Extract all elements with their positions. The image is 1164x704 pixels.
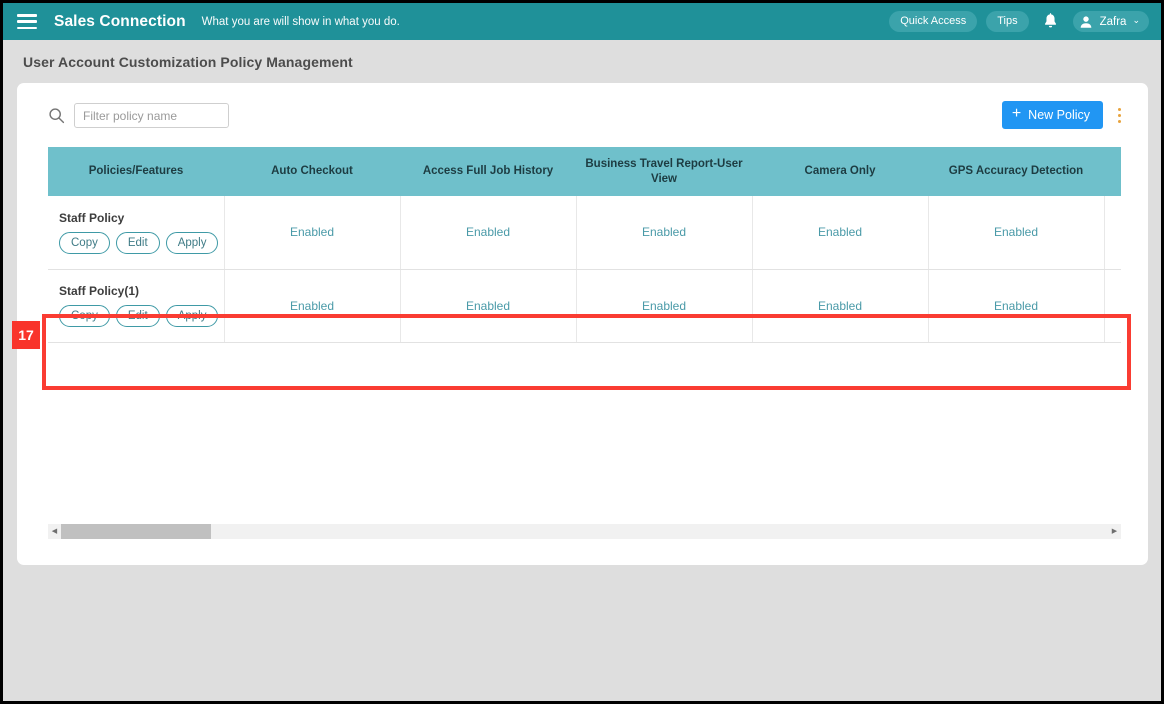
policies-table: Policies/Features Auto Checkout Access F… — [48, 147, 1121, 343]
more-vertical-icon[interactable] — [1111, 103, 1127, 127]
column-header-auto-checkout[interactable]: Auto Checkout — [224, 147, 400, 196]
policy-name-label: Staff Policy(1) — [59, 283, 140, 298]
chevron-down-icon: ⌄ — [1132, 15, 1140, 25]
plus-icon: + — [1011, 105, 1022, 122]
cell-gps-accuracy-detection: Enabled — [928, 196, 1105, 270]
page-title: User Account Customization Policy Manage… — [23, 54, 353, 70]
user-avatar-icon — [1079, 14, 1094, 29]
copy-button[interactable]: Copy — [59, 304, 110, 328]
brand-tagline: What you are will show in what you do. — [201, 15, 400, 28]
table-row: Staff Policy(1) Copy Edit Apply Enabled … — [48, 269, 1121, 343]
search-icon — [48, 107, 65, 124]
apply-button[interactable]: Apply — [165, 304, 219, 328]
scrollbar-thumb[interactable] — [61, 524, 211, 539]
app-header-bar: Sales Connection What you are will show … — [3, 3, 1161, 40]
cell-gps-accuracy-detection: Enabled — [928, 269, 1105, 343]
cell-business-travel-report-user-view: Enabled — [576, 269, 753, 343]
user-name-label: Zafra — [1099, 15, 1127, 28]
notifications-bell-icon[interactable] — [1040, 11, 1062, 33]
column-header-gps-accuracy-detection[interactable]: GPS Accuracy Detection — [928, 147, 1104, 196]
edit-button[interactable]: Edit — [115, 304, 160, 328]
policy-name-label: Staff Policy — [59, 210, 125, 225]
policy-name-cell: Staff Policy Copy Edit Apply — [48, 196, 225, 270]
brand-title: Sales Connection — [54, 12, 186, 30]
policies-table-viewport: Policies/Features Auto Checkout Access F… — [48, 147, 1121, 538]
table-row: Staff Policy Copy Edit Apply Enabled Ena… — [48, 196, 1121, 270]
edit-button[interactable]: Edit — [115, 231, 160, 254]
column-header-camera-only[interactable]: Camera Only — [752, 147, 928, 196]
page-body: User Account Customization Policy Manage… — [3, 40, 1161, 701]
column-header-blank — [1104, 147, 1121, 196]
row-actions: Copy Edit Apply — [59, 231, 224, 254]
row-actions: Copy Edit Apply — [59, 304, 224, 328]
cell-blank — [1104, 196, 1121, 270]
column-header-policies-features[interactable]: Policies/Features — [48, 147, 224, 196]
cell-access-full-job-history: Enabled — [400, 269, 577, 343]
scroll-left-arrow-icon[interactable]: ◀ — [48, 528, 61, 535]
column-header-access-full-job-history[interactable]: Access Full Job History — [400, 147, 576, 196]
horizontal-scrollbar[interactable]: ◀ ▶ — [48, 524, 1121, 539]
hamburger-menu-icon[interactable] — [17, 14, 37, 29]
table-body: Staff Policy Copy Edit Apply Enabled Ena… — [48, 196, 1121, 343]
content-card: + New Policy Policies/Features — [17, 83, 1148, 565]
user-menu[interactable]: Zafra ⌄ — [1072, 11, 1149, 32]
cell-auto-checkout: Enabled — [224, 269, 401, 343]
apply-button[interactable]: Apply — [165, 231, 219, 254]
table-header-row: Policies/Features Auto Checkout Access F… — [48, 147, 1121, 196]
cell-business-travel-report-user-view: Enabled — [576, 196, 753, 270]
copy-button[interactable]: Copy — [59, 231, 110, 254]
app-window: Sales Connection What you are will show … — [0, 0, 1164, 704]
policy-name-cell: Staff Policy(1) Copy Edit Apply — [48, 269, 225, 343]
cell-access-full-job-history: Enabled — [400, 196, 577, 270]
new-policy-label: New Policy — [1028, 108, 1090, 122]
tips-button[interactable]: Tips — [986, 11, 1029, 32]
header-actions: Quick Access Tips Zafra ⌄ — [889, 11, 1149, 33]
scroll-right-arrow-icon[interactable]: ▶ — [1108, 528, 1121, 535]
scrollbar-track[interactable] — [61, 524, 1108, 539]
search-input[interactable] — [74, 103, 229, 128]
cell-auto-checkout: Enabled — [224, 196, 401, 270]
cell-camera-only: Enabled — [752, 269, 929, 343]
cell-blank — [1104, 269, 1121, 343]
highlight-step-badge: 17 — [12, 321, 40, 349]
table-header: Policies/Features Auto Checkout Access F… — [48, 147, 1121, 196]
quick-access-button[interactable]: Quick Access — [889, 11, 978, 32]
cell-camera-only: Enabled — [752, 196, 929, 270]
new-policy-button[interactable]: + New Policy — [1001, 101, 1103, 129]
table-toolbar: + New Policy — [17, 83, 1148, 147]
column-header-business-travel-report-user-view[interactable]: Business Travel Report-User View — [576, 147, 752, 196]
filter-area — [48, 103, 229, 128]
